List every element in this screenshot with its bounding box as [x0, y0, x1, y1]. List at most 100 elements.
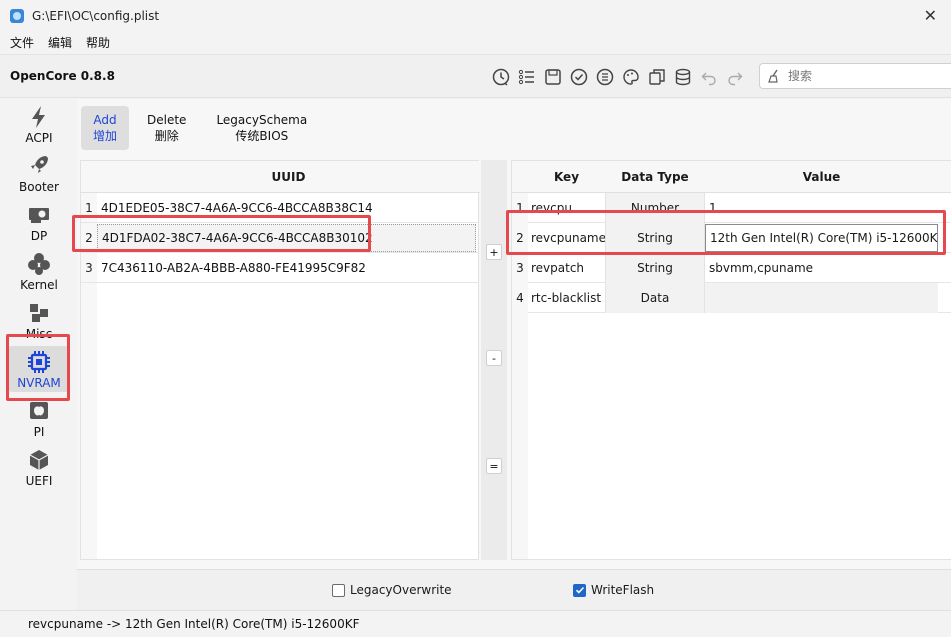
rocket-icon [26, 153, 52, 179]
list-check-icon[interactable] [592, 65, 618, 89]
uuid-cell[interactable]: 4D1FDA02-38C7-4A6A-9CC6-4BCCA8B30102 [97, 223, 476, 252]
copy-icon[interactable] [644, 65, 670, 89]
sidebar-item-label: NVRAM [17, 376, 61, 390]
main-content: Add 增加 Delete 删除 LegacySchema 传统BIOS UUI… [77, 99, 951, 569]
sidebar-item-label: Kernel [20, 278, 58, 292]
sidebar-item-label: PI [33, 425, 45, 439]
sidebar-item-label: DP [30, 229, 48, 243]
value-cell[interactable]: 1 [705, 193, 938, 223]
table-row[interactable]: 1 4D1EDE05-38C7-4A6A-9CC6-4BCCA8B38C14 [81, 193, 478, 223]
type-cell[interactable]: Number [605, 193, 705, 223]
table-row[interactable]: 3 7C436110-AB2A-4BBB-A880-FE41995C9F82 [81, 253, 478, 283]
table-row[interactable]: 1 revcpu Number 1 [512, 193, 951, 223]
tab-label-zh: 删除 [154, 129, 179, 143]
sidebar-item-acpi[interactable]: ACPI [8, 101, 70, 147]
checkbox-label: LegacyOverwrite [350, 583, 452, 597]
key-value-table: Key Data Type Value 1 revcpu Number 1 2 … [511, 160, 951, 560]
sidebar-item-label: Booter [19, 180, 59, 194]
list-icon[interactable] [514, 65, 540, 89]
uuid-column-header[interactable]: UUID [97, 161, 480, 193]
history-icon[interactable] [488, 65, 514, 89]
value-column-header[interactable]: Value [705, 161, 938, 193]
write-flash-checkbox[interactable]: WriteFlash [573, 583, 654, 597]
type-column-header[interactable]: Data Type [605, 161, 705, 193]
key-cell[interactable]: revcpu [528, 193, 605, 223]
app-icon [10, 9, 24, 23]
search-box[interactable] [759, 63, 951, 89]
box-icon [26, 447, 52, 473]
chip-icon [26, 349, 52, 375]
table-row[interactable]: 4 rtc-blacklist Data [512, 283, 951, 313]
checkbox-box[interactable] [573, 583, 586, 597]
row-number: 3 [81, 253, 97, 282]
sidebar-item-misc[interactable]: Misc [8, 297, 70, 343]
tab-add[interactable]: Add 增加 [81, 106, 130, 150]
sidebar-item-nvram[interactable]: NVRAM [8, 346, 70, 392]
key-cell[interactable]: revpatch [528, 253, 605, 283]
uuid-cell[interactable]: 4D1EDE05-38C7-4A6A-9CC6-4BCCA8B38C14 [97, 201, 373, 215]
broom-icon [768, 69, 778, 83]
menu-bar: 文件 编辑 帮助 [0, 32, 951, 52]
tab-label-en: Delete [147, 113, 187, 127]
equal-button[interactable]: = [486, 458, 502, 474]
tab-label-zh: 增加 [93, 129, 118, 143]
puzzle-icon [26, 251, 52, 277]
uuid-table: UUID 1 4D1EDE05-38C7-4A6A-9CC6-4BCCA8B38… [80, 160, 480, 560]
sidebar: ACPI Booter DP Kernel Misc NVRAM PI UEFI [0, 99, 77, 610]
uuid-table-header: UUID [81, 161, 480, 193]
table-row[interactable]: 2 4D1FDA02-38C7-4A6A-9CC6-4BCCA8B30102 [81, 223, 478, 253]
checkbox-box[interactable] [332, 583, 345, 597]
remove-row-button[interactable]: - [486, 350, 502, 366]
tab-label-en: Add [93, 113, 117, 127]
sidebar-item-label: Misc [25, 327, 53, 341]
value-cell[interactable] [705, 283, 938, 313]
type-cell[interactable]: String [605, 223, 705, 253]
row-number: 1 [512, 193, 528, 223]
value-cell[interactable]: sbvmm,cpuname [705, 253, 938, 283]
kv-table-header: Key Data Type Value [512, 161, 951, 193]
key-cell[interactable]: rtc-blacklist [528, 283, 605, 313]
sidebar-item-booter[interactable]: Booter [8, 150, 70, 196]
menu-file[interactable]: 文件 [10, 34, 34, 51]
toolbar: OpenCore 0.8.8 [0, 54, 951, 98]
close-icon[interactable]: ✕ [924, 6, 937, 25]
menu-edit[interactable]: 编辑 [48, 34, 72, 51]
palette-icon[interactable] [618, 65, 644, 89]
redo-icon[interactable] [722, 65, 748, 89]
key-column-header[interactable]: Key [528, 161, 605, 193]
toolbar-icons [488, 65, 748, 89]
tab-delete[interactable]: Delete 删除 [135, 106, 198, 150]
uuid-cell[interactable]: 7C436110-AB2A-4BBB-A880-FE41995C9F82 [97, 261, 366, 275]
subtabs: Add 增加 Delete 删除 LegacySchema 传统BIOS [77, 99, 951, 157]
type-cell[interactable]: String [605, 253, 705, 283]
save-icon[interactable] [540, 65, 566, 89]
legacy-overwrite-checkbox[interactable]: LegacyOverwrite [332, 583, 452, 597]
menu-help[interactable]: 帮助 [86, 34, 110, 51]
sidebar-item-pi[interactable]: PI [8, 395, 70, 441]
add-row-button[interactable]: + [486, 244, 502, 260]
search-input[interactable] [788, 69, 938, 83]
sidebar-item-dp[interactable]: DP [8, 199, 70, 245]
cubes-icon [26, 300, 52, 326]
status-text: revcpuname -> 12th Gen Intel(R) Core(TM)… [28, 617, 360, 631]
undo-icon[interactable] [696, 65, 722, 89]
window-title: G:\EFI\OC\config.plist [32, 9, 160, 23]
row-number: 4 [512, 283, 528, 313]
database-icon[interactable] [670, 65, 696, 89]
key-cell[interactable]: revcpuname [528, 223, 605, 253]
checkbox-label: WriteFlash [591, 583, 655, 597]
table-row[interactable]: 3 revpatch String sbvmm,cpuname [512, 253, 951, 283]
tab-legacy-schema[interactable]: LegacySchema 传统BIOS [204, 106, 319, 150]
table-row[interactable]: 2 revcpuname String 12th Gen Intel(R) Co… [512, 223, 951, 253]
row-number: 2 [81, 223, 97, 252]
value-edit-field[interactable]: 12th Gen Intel(R) Core(TM) i5-12600KF [705, 224, 938, 252]
status-bar: revcpuname -> 12th Gen Intel(R) Core(TM)… [0, 610, 951, 637]
row-number: 1 [81, 193, 97, 222]
lightning-icon [26, 104, 52, 130]
type-cell[interactable]: Data [605, 283, 705, 313]
row-number: 2 [512, 223, 528, 253]
sidebar-item-kernel[interactable]: Kernel [8, 248, 70, 294]
sidebar-item-uefi[interactable]: UEFI [8, 444, 70, 490]
sidebar-item-label: UEFI [25, 474, 53, 488]
check-icon[interactable] [566, 65, 592, 89]
